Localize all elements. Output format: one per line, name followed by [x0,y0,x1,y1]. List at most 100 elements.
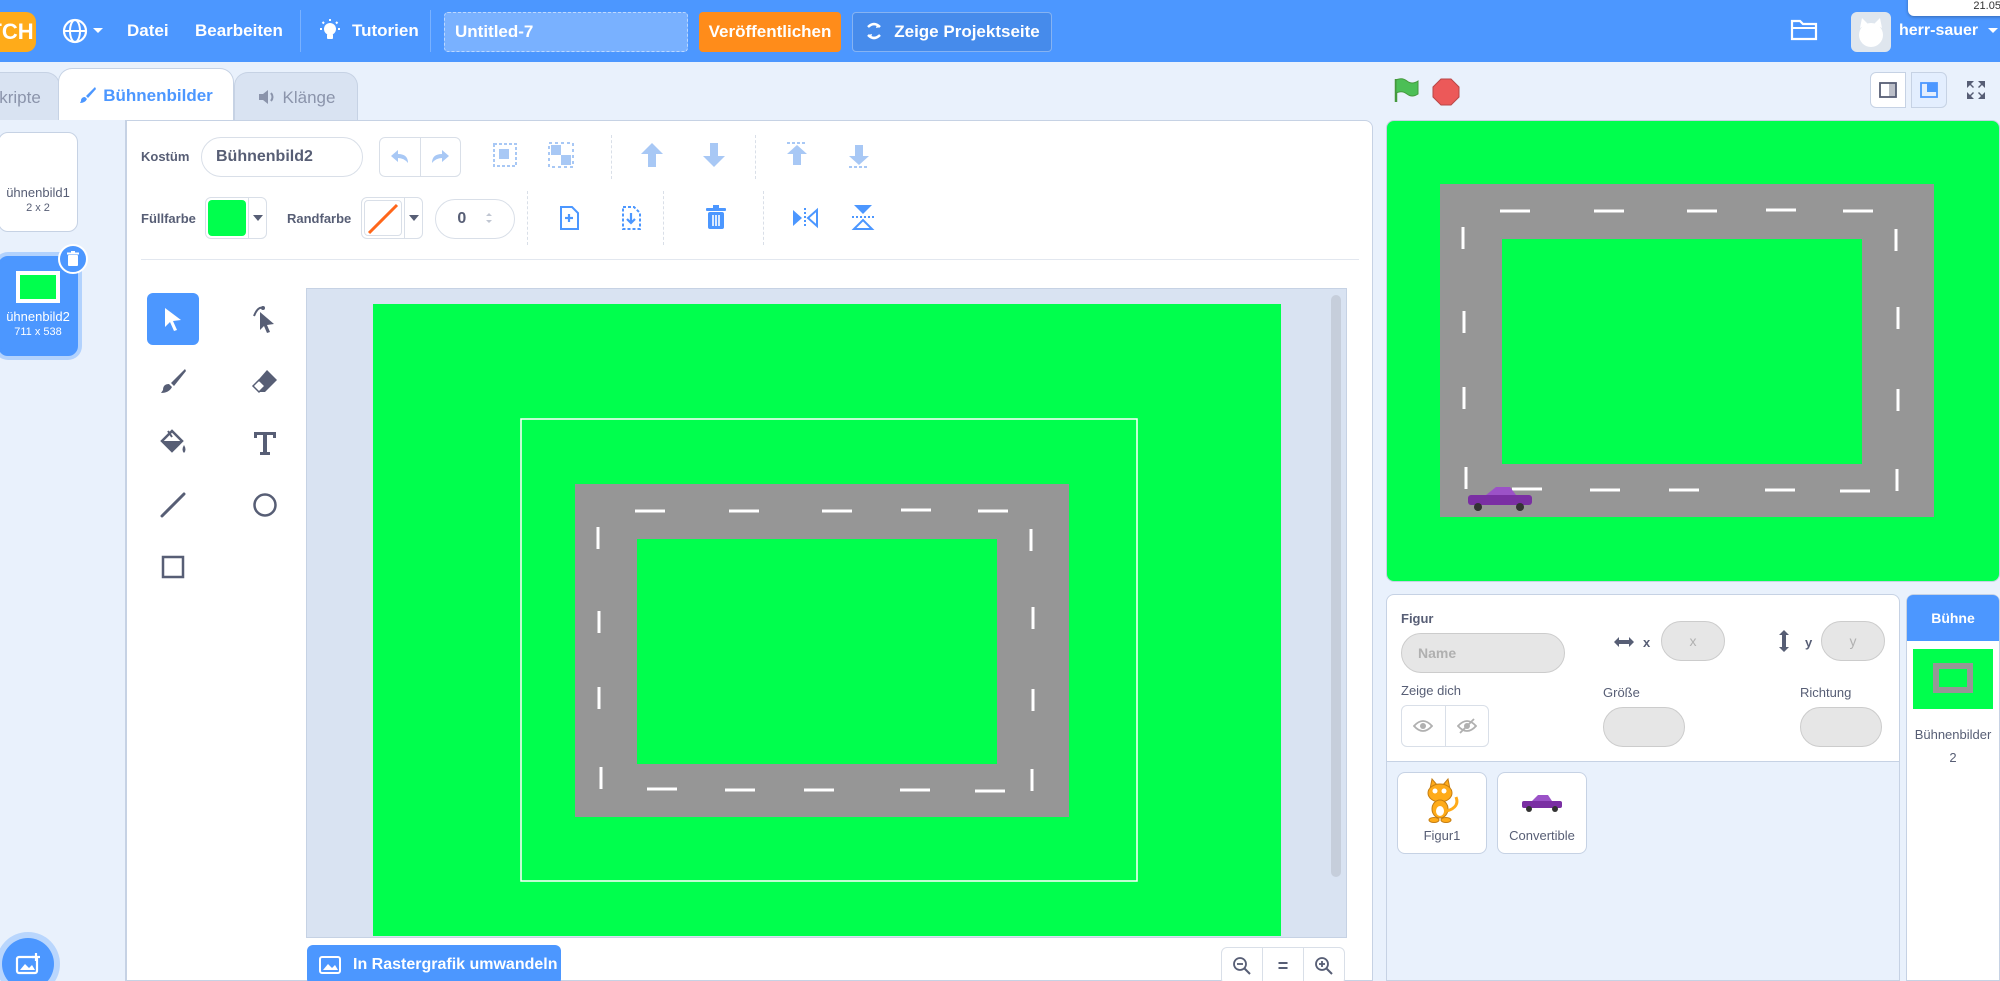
costume-list: ühnenbild1 2 x 2 ühnenbild2 711 x 538 [0,120,126,981]
outline-color-picker[interactable] [361,197,423,239]
zoom-out-button[interactable] [1222,948,1263,981]
ungroup-button[interactable] [547,141,575,174]
delete-button[interactable] [705,205,727,236]
group-button[interactable] [491,141,519,174]
flip-vertical-button[interactable] [851,203,875,236]
edit-menu[interactable]: Bearbeiten [195,0,283,62]
undo-redo-group [379,137,461,177]
sprite-list: Figur1 Convertible [1386,762,1900,981]
tab-sounds-label: Klänge [282,88,336,107]
toolbar-divider [755,135,756,179]
outline-color-swatch [364,200,402,236]
chevron-down-icon [1987,28,1998,33]
rectangle-tool[interactable] [147,541,199,593]
sprite-item[interactable]: Figur1 [1397,772,1487,854]
y-input[interactable]: y [1821,621,1885,661]
y-placeholder: y [1849,633,1857,649]
avatar[interactable] [1851,12,1891,52]
green-flag-button[interactable] [1392,76,1420,109]
group-icon [493,143,517,167]
show-sprite-button[interactable] [1402,706,1446,746]
fill-color-dropdown[interactable] [248,198,266,238]
paste-button[interactable] [619,205,643,236]
cat-sprite-thumbnail [1427,777,1459,823]
username-label: herr-sauer [1899,22,1979,39]
paint-bucket-icon [160,429,186,453]
fullscreen-button[interactable] [1958,72,1994,108]
file-menu[interactable]: Datei [127,0,169,62]
small-stage-button[interactable] [1870,72,1906,108]
tutorials-label: Tutorien [352,21,419,40]
zoom-reset-button[interactable]: = [1263,948,1304,981]
redo-icon [432,150,450,163]
eye-icon [1413,720,1434,732]
large-stage-button[interactable] [1911,72,1947,108]
stage[interactable] [1386,120,2000,582]
back-button[interactable] [845,141,873,174]
stage-render [1440,184,1934,517]
copy-button[interactable] [557,205,581,236]
costume-item[interactable]: ühnenbild1 2 x 2 [0,132,78,232]
convert-label: In Rastergrafik umwandeln [353,956,558,973]
stepper-icon [485,213,492,223]
backward-button[interactable] [701,141,727,174]
outline-label: Randfarbe [287,211,352,226]
sprite-item[interactable]: Convertible [1497,772,1587,854]
add-backdrop-icon [15,953,40,975]
tab-code[interactable]: kripte [0,72,60,122]
forward-button[interactable] [639,141,665,174]
direction-input[interactable] [1800,707,1882,747]
size-label: Größe [1603,685,1640,700]
paint-canvas[interactable] [306,288,1347,938]
tutorials-menu[interactable]: Tutorien [318,0,419,62]
project-page-button[interactable]: Zeige Projektseite [852,12,1052,52]
reshape-tool[interactable] [239,293,291,345]
canvas-scrollbar[interactable] [1331,295,1341,877]
hide-sprite-button[interactable] [1446,706,1489,746]
toolbar-divider [763,191,764,245]
project-page-label: Zeige Projektseite [894,22,1040,41]
brush-tool[interactable] [147,355,199,407]
project-title-input[interactable]: Untitled-7 [444,12,688,52]
chevron-down-icon [93,28,103,33]
sprite-name-input[interactable]: Name [1401,633,1565,673]
select-tool[interactable] [147,293,199,345]
delete-costume-button[interactable] [58,244,88,274]
tab-sounds[interactable]: Klänge [234,72,358,122]
x-input[interactable]: x [1661,621,1725,661]
backdrop-drawing [373,304,1281,936]
scratch-logo[interactable]: TCH [0,12,36,52]
stage-pane[interactable]: Bühne Bühnenbilder 2 [1906,594,2000,981]
zoom-in-button[interactable] [1304,948,1344,981]
costume-label: Kostüm [141,149,190,164]
circle-tool[interactable] [239,479,291,531]
publish-button[interactable]: Veröffentlichen [699,12,841,52]
size-input[interactable] [1603,707,1685,747]
line-tool[interactable] [147,479,199,531]
flip-horizontal-button[interactable] [791,207,819,234]
fill-color-swatch [208,200,246,236]
costume-name-input[interactable]: Bühnenbild2 [201,137,363,177]
arrow-down-icon [703,143,725,167]
stop-button[interactable] [1432,78,1460,111]
redo-button[interactable] [421,138,461,176]
tab-costumes[interactable]: Bühnenbilder [58,68,234,120]
toolbar-divider [527,191,528,245]
eraser-tool[interactable] [239,355,291,407]
language-menu[interactable] [62,0,108,62]
my-stuff-button[interactable] [1790,16,1822,46]
convert-to-bitmap-button[interactable]: In Rastergrafik umwandeln [307,945,561,981]
zoom-controls: = [1221,947,1345,981]
fill-color-picker[interactable] [205,197,267,239]
undo-button[interactable] [380,138,421,176]
zoom-in-icon [1315,957,1333,975]
choose-backdrop-button[interactable] [2,938,54,981]
zoom-out-icon [1233,957,1251,975]
front-button[interactable] [783,141,811,174]
text-tool[interactable] [239,417,291,469]
outline-width-input[interactable]: 0 [435,199,515,239]
paintbrush-icon [80,87,97,103]
stop-icon [1432,78,1460,106]
outline-color-dropdown[interactable] [404,198,422,238]
fill-tool[interactable] [147,417,199,469]
